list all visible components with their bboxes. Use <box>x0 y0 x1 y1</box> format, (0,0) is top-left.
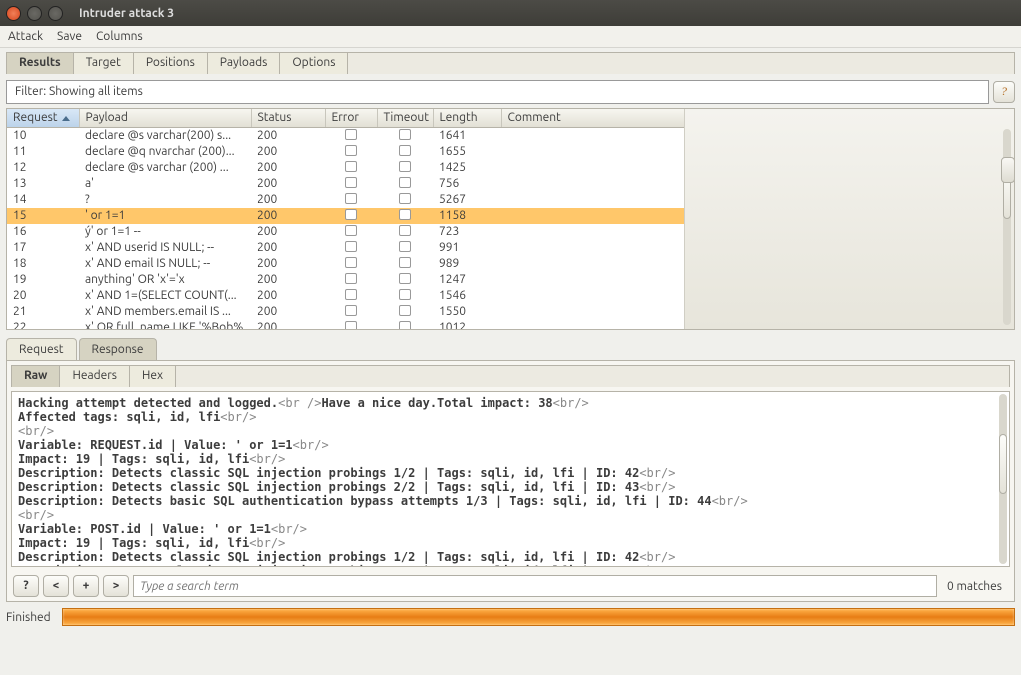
match-count: 0 matches <box>941 580 1008 593</box>
search-input[interactable] <box>133 575 937 597</box>
sort-asc-icon <box>62 116 70 121</box>
checkbox-icon <box>399 193 411 204</box>
checkbox-icon <box>399 305 411 316</box>
raw-scrollbar[interactable] <box>999 394 1007 564</box>
checkbox-icon <box>345 193 357 204</box>
checkbox-icon <box>399 129 411 140</box>
checkbox-icon <box>345 257 357 268</box>
table-row[interactable]: 12declare @s varchar (200) ...2001425 <box>7 160 684 176</box>
checkbox-icon <box>345 321 357 330</box>
req-resp-tabs: Request Response <box>6 338 1015 360</box>
column-status[interactable]: Status <box>251 109 325 127</box>
tab-payloads[interactable]: Payloads <box>208 53 281 74</box>
table-row[interactable]: 10declare @s varchar(200) s...2001641 <box>7 127 684 144</box>
tab-positions[interactable]: Positions <box>134 53 208 74</box>
checkbox-icon <box>345 177 357 188</box>
menu-attack[interactable]: Attack <box>8 30 43 43</box>
results-grid: RequestPayloadStatusErrorTimeoutLengthCo… <box>6 108 1015 330</box>
search-add-button[interactable]: + <box>73 575 99 597</box>
checkbox-icon <box>345 273 357 284</box>
view-tabs: Raw Headers Hex <box>11 365 1010 387</box>
checkbox-icon <box>345 161 357 172</box>
response-body[interactable]: Hacking attempt detected and logged.<br … <box>12 392 1009 567</box>
column-comment[interactable]: Comment <box>501 109 684 127</box>
checkbox-icon <box>399 321 411 330</box>
checkbox-icon <box>399 225 411 236</box>
checkbox-icon <box>399 209 411 220</box>
checkbox-icon <box>345 209 357 220</box>
tab-raw[interactable]: Raw <box>12 366 60 387</box>
main-tabs: Results Target Positions Payloads Option… <box>6 52 1015 74</box>
table-row[interactable]: 20x' AND 1=(SELECT COUNT(...2001546 <box>7 288 684 304</box>
right-spacer <box>684 109 1014 329</box>
tab-request[interactable]: Request <box>6 338 77 360</box>
table-row[interactable]: 19anything' OR 'x'='x2001247 <box>7 272 684 288</box>
maximize-icon[interactable] <box>48 6 63 21</box>
tab-results[interactable]: Results <box>7 53 74 74</box>
checkbox-icon <box>345 241 357 252</box>
tab-target[interactable]: Target <box>74 53 134 74</box>
status-label: Finished <box>6 611 62 624</box>
table-row[interactable]: 13a'200756 <box>7 176 684 192</box>
menu-save[interactable]: Save <box>57 30 82 43</box>
checkbox-icon <box>345 129 357 140</box>
checkbox-icon <box>399 273 411 284</box>
table-row[interactable]: 15' or 1=12001158 <box>7 208 684 224</box>
table-row[interactable]: 21x' AND members.email IS ...2001550 <box>7 304 684 320</box>
column-request[interactable]: Request <box>7 109 79 127</box>
checkbox-icon <box>345 289 357 300</box>
column-length[interactable]: Length <box>433 109 501 127</box>
minimize-icon[interactable] <box>27 6 42 21</box>
table-row[interactable]: 17x' AND userid IS NULL; --200991 <box>7 240 684 256</box>
search-help-button[interactable]: ? <box>13 575 39 597</box>
column-payload[interactable]: Payload <box>79 109 251 127</box>
column-timeout[interactable]: Timeout <box>377 109 433 127</box>
raw-panel: Hacking attempt detected and logged.<br … <box>11 391 1010 567</box>
search-next-button[interactable]: > <box>103 575 129 597</box>
column-error[interactable]: Error <box>325 109 377 127</box>
table-row[interactable]: 11declare @q nvarchar (200)...2001655 <box>7 144 684 160</box>
checkbox-icon <box>399 241 411 252</box>
checkbox-icon <box>399 257 411 268</box>
help-button[interactable]: ? <box>993 81 1015 103</box>
menu-bar: Attack Save Columns <box>0 26 1021 48</box>
table-row[interactable]: 14?2005267 <box>7 192 684 208</box>
checkbox-icon <box>345 225 357 236</box>
table-row[interactable]: 22x' OR full_name LIKE '%Bob%2001012 <box>7 320 684 330</box>
table-row[interactable]: 18x' AND email IS NULL; --200989 <box>7 256 684 272</box>
progress-bar <box>62 608 1015 626</box>
menu-columns[interactable]: Columns <box>96 30 143 43</box>
checkbox-icon <box>399 145 411 156</box>
tab-options[interactable]: Options <box>280 53 348 74</box>
checkbox-icon <box>345 305 357 316</box>
window-titlebar: Intruder attack 3 <box>0 0 1021 26</box>
window-title: Intruder attack 3 <box>79 7 174 20</box>
filter-box[interactable]: Filter: Showing all items <box>6 80 989 104</box>
tab-headers[interactable]: Headers <box>60 366 130 387</box>
search-prev-button[interactable]: < <box>43 575 69 597</box>
tab-hex[interactable]: Hex <box>130 366 176 387</box>
tab-response[interactable]: Response <box>79 338 157 360</box>
close-icon[interactable] <box>6 6 21 21</box>
checkbox-icon <box>399 161 411 172</box>
checkbox-icon <box>345 145 357 156</box>
checkbox-icon <box>399 289 411 300</box>
table-row[interactable]: 16ý' or 1=1 --200723 <box>7 224 684 240</box>
checkbox-icon <box>399 177 411 188</box>
splitter-knob[interactable] <box>1001 157 1015 183</box>
